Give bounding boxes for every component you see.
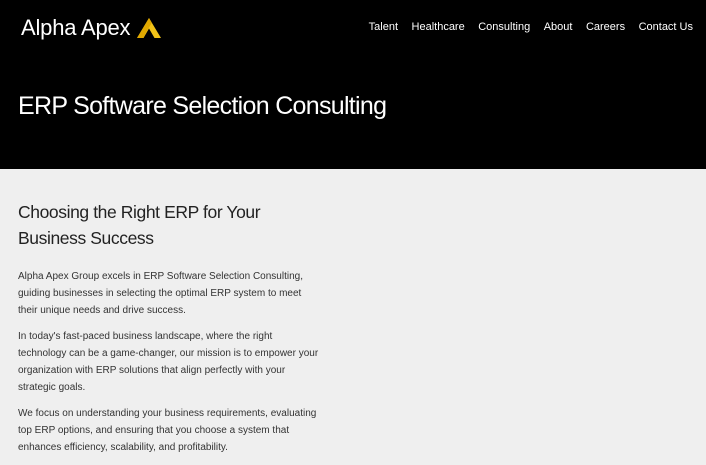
main-content: Choosing the Right ERP for Your Business… [18,199,323,465]
nav-link-talent[interactable]: Talent [369,20,398,34]
page-title: ERP Software Selection Consulting [18,92,387,120]
nav-link-healthcare[interactable]: Healthcare [412,20,465,34]
mission-paragraph: In today's fast-paced business landscape… [18,331,319,393]
section-heading: Choosing the Right ERP for Your Business… [18,202,261,248]
nav-link-consulting[interactable]: Consulting [478,20,530,34]
nav-link-about[interactable]: About [544,20,573,34]
logo-text: Alpha Apex [21,15,131,40]
hero-banner: Alpha Apex Talent Healthcare Consulting … [0,0,706,169]
nav-link-careers[interactable]: Careers [586,20,625,34]
intro-paragraph: Alpha Apex Group excels in ERP Software … [18,271,303,316]
main-nav: Talent Healthcare Consulting About Caree… [369,20,693,34]
nav-link-contact-us[interactable]: Contact Us [639,20,693,34]
logo-link[interactable]: Alpha Apex [21,12,162,44]
triangle-a-logo-icon [137,18,162,38]
focus-paragraph: We focus on understanding your business … [18,408,317,453]
